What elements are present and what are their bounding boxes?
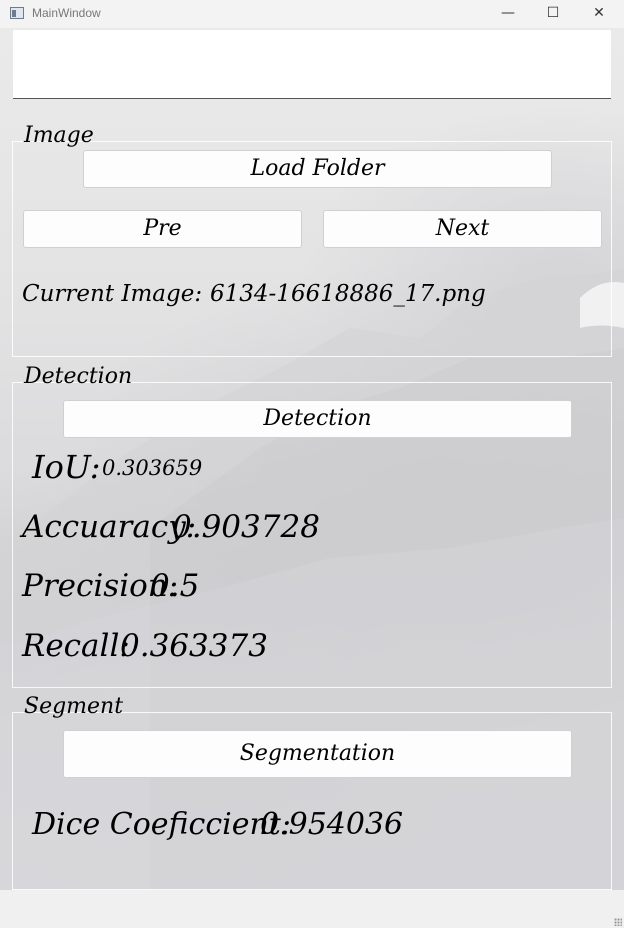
pre-button[interactable]: Pre [23, 210, 302, 248]
image-group-title: Image [24, 123, 94, 148]
next-button[interactable]: Next [323, 210, 602, 248]
resize-grip[interactable] [614, 918, 622, 926]
main-content: Image Load Folder Pre Next Current Image… [0, 28, 624, 890]
current-image-label: Current Image: [22, 281, 203, 307]
status-display [13, 30, 611, 99]
segment-group-title: Segment [24, 694, 124, 719]
segmentation-button[interactable]: Segmentation [63, 730, 572, 778]
precision-value: 0.5 [150, 568, 200, 604]
recall-value: 0.363373 [120, 628, 268, 664]
detection-group-title: Detection [24, 364, 133, 389]
iou-label: IoU: [32, 448, 101, 486]
accuracy-value: 0.903728 [172, 509, 320, 545]
dice-value: 0.954036 [260, 807, 404, 842]
close-button[interactable]: ✕ [576, 0, 622, 28]
minimize-button[interactable]: — [485, 0, 531, 28]
accuracy-label: Accuaracy: [22, 509, 197, 545]
iou-value: 0.303659 [102, 456, 203, 480]
recall-label: Recall: [22, 628, 130, 664]
detection-button[interactable]: Detection [63, 400, 572, 438]
current-image-value: 6134-16618886_17.png [210, 281, 486, 307]
status-bar [0, 890, 624, 928]
maximize-button[interactable]: ☐ [530, 0, 576, 28]
load-folder-button[interactable]: Load Folder [83, 150, 552, 188]
app-icon [10, 7, 24, 19]
title-bar: MainWindow — ☐ ✕ [0, 0, 624, 28]
window-title: MainWindow [32, 6, 101, 20]
dice-label: Dice Coeficcient: [32, 807, 291, 842]
